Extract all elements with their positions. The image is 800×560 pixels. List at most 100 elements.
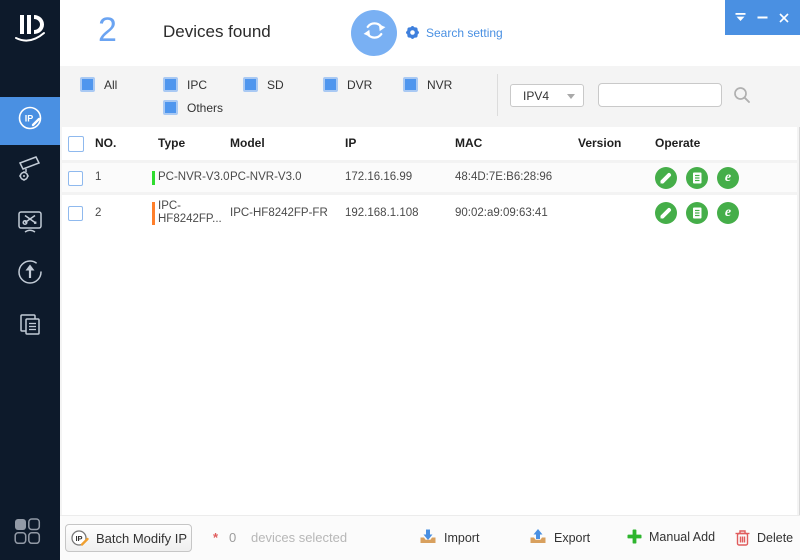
gear-icon: [404, 24, 421, 41]
svg-text:IP: IP: [75, 534, 82, 543]
search-setting-label: Search setting: [426, 25, 503, 40]
batch-modify-ip-label: Batch Modify IP: [95, 530, 188, 546]
filter-all-label: All: [104, 77, 118, 92]
cell-no: 2: [95, 207, 102, 219]
import-label: Import: [444, 530, 480, 545]
cell-no: 1: [95, 171, 102, 183]
filter-ipc-label: IPC: [187, 77, 208, 92]
edit-device-button[interactable]: [655, 202, 677, 224]
cell-type: PC-NVR-V3.0: [158, 171, 230, 183]
filter-nvr-label: NVR: [427, 77, 453, 92]
col-no: NO.: [95, 136, 117, 150]
delete-button[interactable]: Delete: [734, 528, 793, 547]
plus-icon: [626, 528, 643, 545]
cell-mac: 90:02:a9:09:63:41: [455, 207, 548, 219]
search-icon[interactable]: [732, 85, 752, 105]
config-tool-window: IP 2 Devices found Search setting All IP…: [0, 0, 800, 560]
row-checkbox[interactable]: [68, 171, 83, 187]
checkbox-all[interactable]: [80, 77, 95, 92]
filter-others-label: Others: [187, 100, 224, 115]
col-version: Version: [578, 136, 622, 150]
select-all-checkbox[interactable]: [68, 135, 84, 152]
sidebar-item-batch-docs[interactable]: [0, 303, 60, 351]
import-button[interactable]: Import: [418, 528, 479, 547]
close-button[interactable]: [778, 12, 790, 24]
selected-count: 0: [229, 530, 237, 545]
sidebar: IP: [0, 0, 60, 560]
apps-clover-icon[interactable]: [12, 516, 42, 546]
sidebar-item-upgrade[interactable]: [0, 250, 60, 298]
import-icon: [418, 528, 438, 547]
filter-sd[interactable]: SD: [243, 77, 284, 92]
col-mac: MAC: [455, 136, 483, 150]
refresh-button[interactable]: [351, 10, 397, 56]
device-details-button[interactable]: [686, 202, 708, 224]
checkbox-nvr[interactable]: [403, 77, 418, 92]
checkbox-others[interactable]: [163, 100, 178, 115]
browser-e-icon: e: [724, 205, 732, 220]
manual-add-label: Manual Add: [649, 529, 716, 544]
svg-text:IP: IP: [25, 113, 34, 123]
monitor-tools-icon: [15, 207, 45, 242]
table-header-row: NO. Type Model IP MAC Version Operate: [62, 127, 797, 160]
cell-mac: 48:4D:7E:B6:28:96: [455, 171, 553, 183]
chevron-down-icon: [567, 94, 575, 99]
export-button[interactable]: Export: [528, 528, 590, 547]
footer-bar: IP Batch Modify IP * 0 devices selected …: [60, 515, 800, 560]
sidebar-item-system-tools[interactable]: [0, 200, 60, 248]
refresh-icon: [361, 17, 388, 49]
filter-nvr[interactable]: NVR: [403, 77, 452, 92]
checkbox-dvr[interactable]: [323, 77, 338, 92]
filter-ipc[interactable]: IPC: [163, 77, 207, 92]
minimize-button[interactable]: [757, 12, 769, 24]
sidebar-item-device-config[interactable]: [0, 146, 60, 194]
table-row[interactable]: 1 PC-NVR-V3.0 PC-NVR-V3.0 172.16.16.99 4…: [62, 163, 797, 192]
checkbox-ipc[interactable]: [163, 77, 178, 92]
row-checkbox[interactable]: [68, 206, 83, 222]
search-setting-button[interactable]: Search setting: [404, 24, 503, 41]
status-bar: [152, 171, 155, 185]
manual-add-button[interactable]: Manual Add: [626, 528, 715, 545]
selected-label: devices selected: [251, 530, 348, 545]
device-details-button[interactable]: [686, 166, 708, 189]
cell-model: PC-NVR-V3.0: [230, 171, 302, 183]
open-browser-button[interactable]: e: [717, 202, 739, 224]
open-browser-button[interactable]: e: [717, 166, 739, 189]
page-title: Devices found: [163, 22, 271, 41]
cell-type-line2: HF8242FP...: [158, 213, 222, 225]
search-input[interactable]: [598, 83, 722, 107]
browser-e-icon: e: [724, 169, 732, 185]
sidebar-item-modify-ip[interactable]: IP: [0, 97, 60, 145]
window-controls: [725, 0, 800, 35]
filter-all[interactable]: All: [80, 77, 117, 92]
window-menu-button[interactable]: [735, 12, 747, 24]
required-asterisk: *: [213, 530, 219, 545]
cell-type-line1: IPC-: [158, 200, 181, 212]
upgrade-icon: [15, 257, 45, 292]
filter-sd-label: SD: [267, 77, 284, 92]
modify-ip-icon: IP: [15, 104, 45, 139]
filter-bar: All IPC SD DVR NVR Others IPV4: [60, 66, 800, 127]
col-type: Type: [158, 136, 186, 150]
documents-icon: [15, 310, 45, 345]
filter-divider: [497, 74, 498, 116]
table-row[interactable]: 2 IPC- HF8242FP... IPC-HF8242FP-FR 192.1…: [62, 195, 797, 231]
protocol-select[interactable]: IPV4: [510, 84, 584, 107]
status-bar: [152, 202, 155, 225]
batch-modify-ip-button[interactable]: IP Batch Modify IP: [65, 524, 192, 552]
filter-others[interactable]: Others: [163, 100, 223, 115]
export-icon: [528, 528, 548, 547]
filter-dvr[interactable]: DVR: [323, 77, 372, 92]
header: 2 Devices found Search setting: [60, 0, 800, 66]
export-label: Export: [554, 530, 591, 545]
col-ip: IP: [345, 136, 357, 150]
checkbox-sd[interactable]: [243, 77, 258, 92]
delete-label: Delete: [757, 530, 794, 545]
batch-ip-icon: IP: [70, 528, 90, 548]
edit-device-button[interactable]: [655, 166, 677, 189]
app-logo-icon: [11, 8, 49, 50]
protocol-selected-value: IPV4: [523, 88, 550, 103]
device-count: 2: [98, 11, 117, 49]
camera-config-icon: [15, 153, 45, 188]
filter-dvr-label: DVR: [347, 77, 373, 92]
